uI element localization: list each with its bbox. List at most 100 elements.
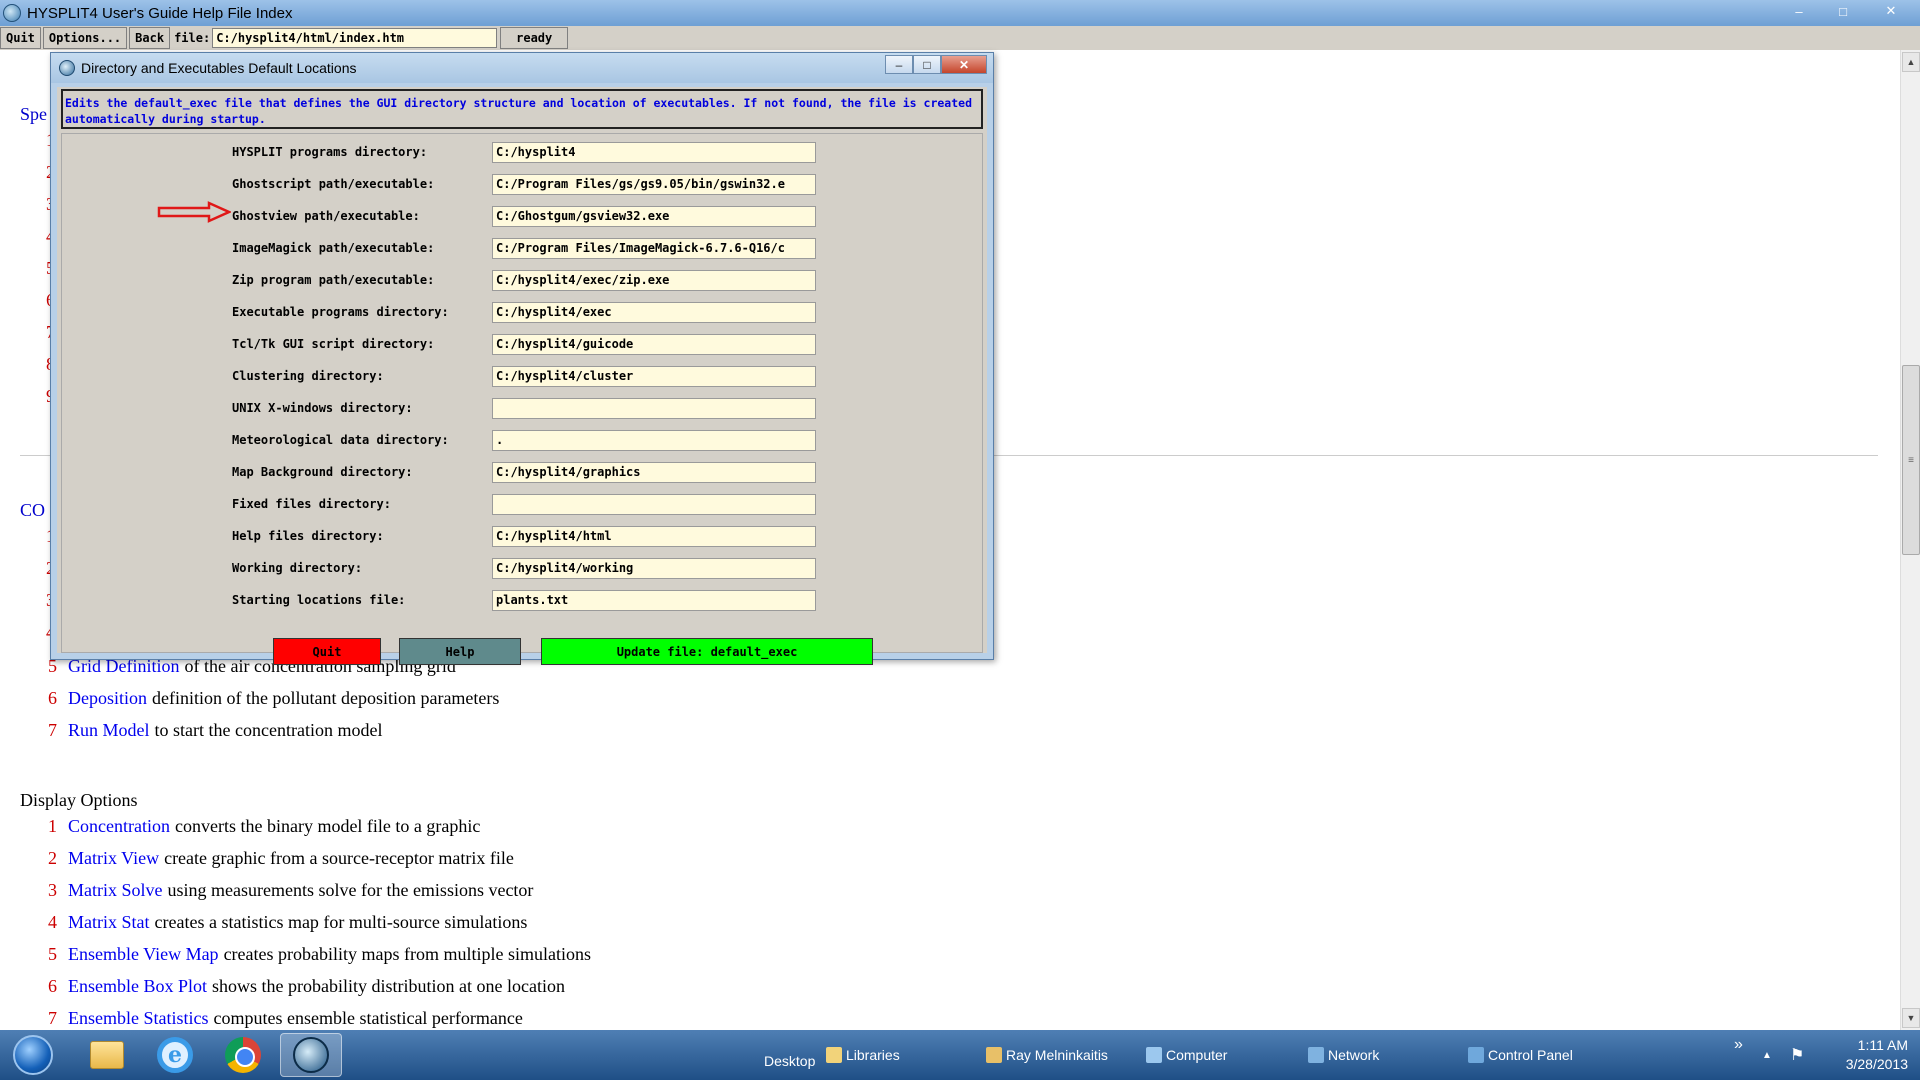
exec-dir-input[interactable]: C:/hysplit4/exec	[492, 302, 816, 323]
help-toolbar: Quit Options... Back file: C:/hysplit4/h…	[0, 26, 1920, 50]
imagemagick-path-input[interactable]: C:/Program Files/ImageMagick-6.7.6-Q16/c	[492, 238, 816, 259]
computer-label: Computer	[1166, 1047, 1228, 1063]
tcltk-dir-input[interactable]: C:/hysplit4/guicode	[492, 334, 816, 355]
link-concentration[interactable]: Concentration	[68, 816, 170, 837]
hysplit-app-icon	[3, 4, 21, 22]
hysplit-dir-input[interactable]: C:/hysplit4	[492, 142, 816, 163]
ghostview-path-input[interactable]: C:/Ghostgum/gsview32.exe	[492, 206, 816, 227]
fixed-files-dir-input[interactable]	[492, 494, 816, 515]
link-ensemble-view-map[interactable]: Ensemble View Map	[68, 944, 219, 965]
field-row: Working directory: C:/hysplit4/working	[62, 558, 984, 580]
dialog-minimize-button[interactable]: –	[885, 55, 913, 74]
help-files-dir-input[interactable]: C:/hysplit4/html	[492, 526, 816, 547]
dialog-title: Directory and Executables Default Locati…	[81, 60, 357, 76]
ghostscript-path-input[interactable]: C:/Program Files/gs/gs9.05/bin/gswin32.e	[492, 174, 816, 195]
main-title-bar[interactable]: HYSPLIT4 User's Guide Help File Index – …	[0, 0, 1920, 26]
dialog-close-button[interactable]: ✕	[941, 55, 987, 74]
field-label: Meteorological data directory:	[232, 433, 449, 447]
chrome-icon	[225, 1037, 261, 1073]
dialog-description: Edits the default_exec file that defines…	[61, 89, 983, 129]
window-title: HYSPLIT4 User's Guide Help File Index	[27, 4, 293, 22]
link-ensemble-box-plot[interactable]: Ensemble Box Plot	[68, 976, 207, 997]
file-path-input[interactable]: C:/hysplit4/html/index.htm	[212, 28, 498, 48]
computer-link[interactable]: Computer	[1146, 1030, 1227, 1080]
network-icon	[1308, 1047, 1324, 1063]
dialog-maximize-button[interactable]: □	[913, 55, 941, 74]
vertical-scrollbar[interactable]: ▲ ≡ ▼	[1900, 50, 1920, 1030]
scroll-up-icon[interactable]: ▲	[1902, 52, 1920, 72]
user-folder-link[interactable]: Ray Melninkaitis	[986, 1030, 1108, 1080]
show-hidden-icons-button[interactable]: ▲	[1762, 1030, 1772, 1080]
options-button[interactable]: Options...	[42, 27, 128, 49]
minimize-button[interactable]: –	[1778, 1, 1820, 21]
section-header-co[interactable]: CO	[20, 500, 45, 521]
toolbar-overflow-button[interactable]: »	[1734, 1020, 1743, 1070]
list-number: 6	[48, 976, 57, 996]
quit-button[interactable]: Quit	[0, 27, 41, 49]
list-description: creates probability maps from multiple s…	[223, 944, 591, 964]
action-center-flag-icon[interactable]: ⚑	[1790, 1030, 1804, 1080]
starting-locations-input[interactable]: plants.txt	[492, 590, 816, 611]
working-dir-input[interactable]: C:/hysplit4/working	[492, 558, 816, 579]
dialog-title-bar[interactable]: Directory and Executables Default Locati…	[51, 53, 993, 83]
maximize-button[interactable]: □	[1822, 1, 1864, 21]
link-run-model[interactable]: Run Model	[68, 720, 150, 741]
list-description: creates a statistics map for multi-sourc…	[154, 912, 528, 932]
list-item: 7 Ensemble Statistics computes ensemble …	[20, 1008, 523, 1029]
link-ensemble-statistics[interactable]: Ensemble Statistics	[68, 1008, 208, 1029]
update-file-button[interactable]: Update file: default_exec	[541, 638, 873, 665]
link-matrix-stat[interactable]: Matrix Stat	[68, 912, 150, 933]
map-background-dir-input[interactable]: C:/hysplit4/graphics	[492, 462, 816, 483]
scroll-thumb[interactable]: ≡	[1902, 365, 1920, 555]
network-link[interactable]: Network	[1308, 1030, 1379, 1080]
unix-xwindows-dir-input[interactable]	[492, 398, 816, 419]
list-number: 4	[48, 912, 57, 932]
zip-path-input[interactable]: C:/hysplit4/exec/zip.exe	[492, 270, 816, 291]
system-clock[interactable]: 1:11 AM 3/28/2013	[1846, 1036, 1908, 1074]
field-label: Ghostscript path/executable:	[232, 177, 435, 191]
clock-time: 1:11 AM	[1857, 1037, 1908, 1053]
list-description: using measurements solve for the emissio…	[167, 880, 534, 900]
status-indicator: ready	[500, 27, 569, 49]
dialog-help-button[interactable]: Help	[399, 638, 521, 665]
link-matrix-view[interactable]: Matrix View	[68, 848, 159, 869]
start-button[interactable]	[4, 1032, 62, 1078]
default-locations-dialog: Directory and Executables Default Locati…	[50, 52, 994, 665]
libraries-icon	[826, 1047, 842, 1063]
explorer-taskbar-button[interactable]	[76, 1033, 138, 1077]
field-row: Tcl/Tk GUI script directory: C:/hysplit4…	[62, 334, 984, 356]
field-label: Map Background directory:	[232, 465, 413, 479]
computer-icon	[1146, 1047, 1162, 1063]
list-item: 5 Ensemble View Map creates probability …	[20, 944, 591, 965]
libraries-link[interactable]: Libraries	[826, 1030, 900, 1080]
link-deposition[interactable]: Deposition	[68, 688, 147, 709]
field-row: Clustering directory: C:/hysplit4/cluste…	[62, 366, 984, 388]
list-item: 3 Matrix Solve using measurements solve …	[20, 880, 533, 901]
desktop-toolbar-label[interactable]: Desktop	[764, 1036, 815, 1086]
list-item: 1 Concentration converts the binary mode…	[20, 816, 480, 837]
user-folder-icon	[986, 1047, 1002, 1063]
field-row: Help files directory: C:/hysplit4/html	[62, 526, 984, 548]
cluster-dir-input[interactable]: C:/hysplit4/cluster	[492, 366, 816, 387]
hysplit-taskbar-button[interactable]	[280, 1033, 342, 1077]
scroll-down-icon[interactable]: ▼	[1902, 1008, 1920, 1028]
link-matrix-solve[interactable]: Matrix Solve	[68, 880, 163, 901]
list-description: definition of the pollutant deposition p…	[152, 688, 500, 708]
back-button[interactable]: Back	[129, 27, 171, 49]
field-label: Starting locations file:	[232, 593, 406, 607]
user-label: Ray Melninkaitis	[1006, 1047, 1108, 1063]
control-panel-link[interactable]: Control Panel	[1468, 1030, 1573, 1080]
close-button[interactable]: ✕	[1866, 1, 1916, 21]
dialog-app-icon	[59, 60, 75, 76]
field-label: Working directory:	[232, 561, 363, 575]
list-description: to start the concentration model	[154, 720, 383, 740]
list-number: 7	[48, 1008, 57, 1028]
section-header-spe[interactable]: Spe	[20, 104, 47, 125]
dialog-body: Edits the default_exec file that defines…	[57, 87, 987, 653]
dialog-quit-button[interactable]: Quit	[273, 638, 381, 665]
met-data-dir-input[interactable]: .	[492, 430, 816, 451]
windows-taskbar: e Desktop Libraries Ray Melninkaitis Com…	[0, 1030, 1920, 1080]
chrome-taskbar-button[interactable]	[212, 1033, 274, 1077]
list-number: 3	[48, 880, 57, 900]
ie-taskbar-button[interactable]: e	[144, 1033, 206, 1077]
